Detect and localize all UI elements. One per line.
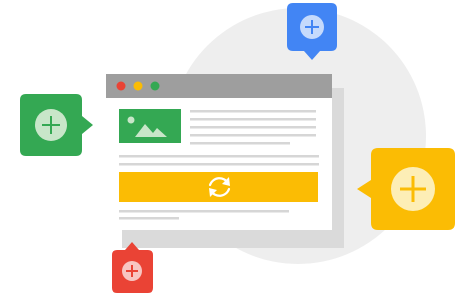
- banner: [119, 172, 318, 202]
- window-dot-green: [150, 81, 160, 91]
- add-circle-icon: [300, 15, 324, 39]
- yellow-add-badge: [357, 148, 455, 230]
- add-circle-icon: [122, 261, 142, 281]
- illustration: [0, 0, 456, 294]
- green-add-badge: [20, 94, 93, 156]
- landscape-image-icon: [119, 109, 181, 143]
- add-circle-icon: [35, 109, 67, 141]
- browser-window: [106, 74, 332, 230]
- window-dot-yellow: [133, 81, 143, 91]
- window-dot-red: [116, 81, 126, 91]
- illustration-canvas: [20, 3, 455, 293]
- add-circle-icon: [391, 167, 435, 211]
- red-add-badge: [112, 242, 153, 293]
